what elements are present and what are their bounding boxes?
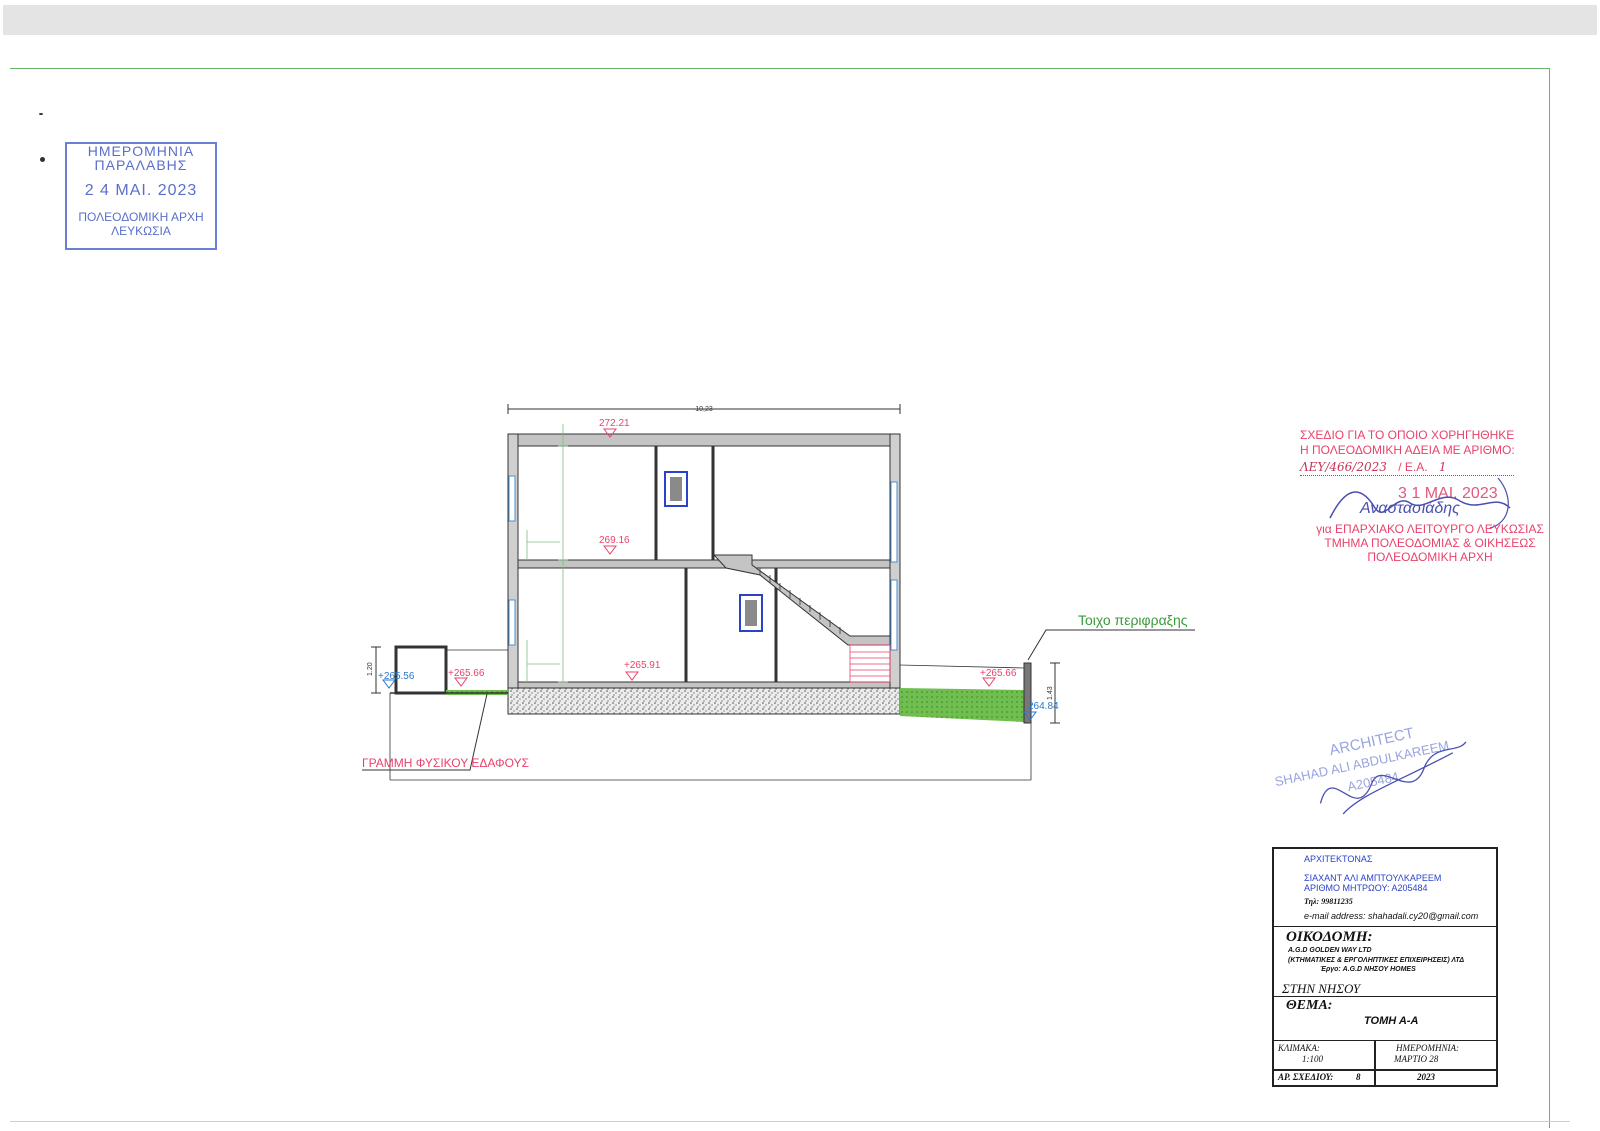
approval-line: ΠΟΛΕΟΔΟΜΙΚΗ ΑΡΧΗ [1367, 550, 1493, 564]
level-right-ground: +265.66 [980, 668, 1017, 679]
window-opening [890, 481, 898, 563]
boundary-wall-label: Τοιχο περιφραξης [1078, 612, 1188, 628]
garden-area [900, 688, 1024, 722]
signature-name: Αναστασιάδης [1359, 500, 1460, 517]
client-name: A.G.D GOLDEN WAY LTD [1288, 947, 1372, 954]
right-height-label: 1.43 [1047, 686, 1054, 700]
level-ground-floor: +265.91 [624, 660, 661, 671]
title-block-architect: ΑΡΧΙΤΕΚΤΟΝΑΣ ΣΙΑΧΑΝΤ ΑΛΙ ΑΜΠΤΟΥΛΚΑΡΕΕΜ Α… [1274, 849, 1496, 927]
architect-email: e-mail address: shahadali.cy20@gmail.com [1304, 911, 1479, 921]
title-block-client: ΟΙΚΟΔΟΜΗ: A.G.D GOLDEN WAY LTD (ΚΤΗΜΑΤΙΚ… [1274, 927, 1496, 997]
approval-stamp: ΣΧΕΔΙΟ ΓΙΑ ΤΟ ΟΠΟΙΟ ΧΟΡΗΓΗΘΗΚΕ Η ΠΟΛΕΟΔΟ… [1300, 428, 1560, 564]
foundation-gravel [507, 687, 901, 715]
window-opening [890, 579, 898, 651]
title-block-subject: ΘΕΜΑ: ΤΟΜΗ Α-Α [1274, 997, 1496, 1041]
ground-slab [507, 681, 901, 689]
roof-slab [507, 433, 901, 447]
architect-phone: Τηλ: 99811235 [1304, 897, 1353, 906]
first-floor-slab [507, 559, 901, 569]
ea-label: / Ε.Α. [1398, 460, 1428, 474]
approval-line: για ΕΠΑΡΧΙΑΚΟ ΛΕΙΤΟΥΡΓΟ ΛΕΥΚΩΣΙΑΣ [1316, 522, 1544, 536]
level-left-low: +265.56 [378, 671, 415, 682]
small-structure [394, 645, 448, 695]
ea-value: 1 [1438, 460, 1447, 474]
natural-ground-label: ΓΡΑΜΜΗ ΦΥΣΙΚΟΥ ΕΔΑΦΟΥΣ [362, 756, 529, 770]
subject-label: ΘΕΜΑ: [1286, 998, 1333, 1013]
level-first-floor: 269.16 [599, 535, 630, 546]
scale-value: 1:100 [1302, 1054, 1323, 1064]
architect-registry: ΑΡΙΘΜΟ ΜΗΤΡΩΟΥ: Α205484 [1304, 883, 1428, 893]
interior-window-glass [670, 477, 682, 501]
scale-label: ΚΛΙΜΑΚΑ: [1278, 1043, 1320, 1053]
drawing-number-label: ΑΡ. ΣΧΕΔΙΟΥ: [1278, 1072, 1334, 1082]
title-block: ΑΡΧΙΤΕΚΤΟΝΑΣ ΣΙΑΧΑΝΤ ΑΛΙ ΑΜΠΤΟΥΛΚΑΡΕΕΜ Α… [1272, 847, 1498, 1087]
title-block-meta: ΚΛΙΜΑΚΑ: 1:100 ΗΜΕΡΟΜΗΝΙΑ: ΜΑΡΤΙΟ 28 ΑΡ.… [1274, 1041, 1496, 1085]
overall-width-label: 10,23 [695, 406, 713, 413]
approval-line: ΤΜΗΜΑ ΠΟΛΕΟΔΟΜΙΑΣ & ΟΙΚΗΣΕΩΣ [1324, 536, 1536, 550]
date-label: ΗΜΕΡΟΜΗΝΙΑ: [1396, 1043, 1459, 1053]
meta-divider [1374, 1041, 1376, 1085]
stair-risers-lower [849, 644, 891, 683]
level-left-ground: +265.66 [448, 668, 485, 679]
drawing-number: 8 [1356, 1072, 1361, 1082]
wall-label-leader [1027, 629, 1195, 661]
window-opening [508, 475, 516, 522]
project-location: ΣΤΗΝ ΝΗΣΟΥ [1282, 981, 1361, 996]
interior-window-glass [745, 600, 757, 626]
approval-line: Η ΠΟΛΕΟΔΟΜΙΚΗ ΑΔΕΙΑ ΜΕ ΑΡΙΘΜΟ: [1300, 443, 1515, 457]
level-roof: 272.21 [599, 418, 630, 429]
left-wall [507, 433, 519, 689]
client-description: (ΚΤΗΜΑΤΙΚΕΣ & ΕΡΓΟΛΗΠΤΙΚΕΣ ΕΠΙΧΕΙΡΗΣΕΙΣ)… [1288, 957, 1465, 964]
level-right-low: 264.84 [1028, 701, 1059, 712]
permit-number: ΛΕΥ/466/2023 [1300, 460, 1387, 474]
date-value: ΜΑΡΤΙΟ 28 [1394, 1054, 1439, 1064]
architect-name: ΣΙΑΧΑΝΤ ΑΛΙ ΑΜΠΤΟΥΛΚΑΡΕΕΜ [1304, 873, 1442, 883]
project-name: Έργο: A.G.D ΝΗΣΟΥ HOMES [1320, 966, 1416, 973]
architect-heading: ΑΡΧΙΤΕΚΤΟΝΑΣ [1304, 854, 1373, 864]
drawing-year: 2023 [1417, 1072, 1435, 1082]
left-height-label: 1.20 [367, 662, 374, 676]
height-dimension-lines [526, 424, 568, 683]
approval-line: ΣΧΕΔΙΟ ΓΙΑ ΤΟ ΟΠΟΙΟ ΧΟΡΗΓΗΘΗΚΕ [1300, 428, 1515, 442]
client-label: ΟΙΚΟΔΟΜΗ: [1286, 929, 1373, 945]
subject-value: ΤΟΜΗ Α-Α [1364, 1015, 1419, 1027]
window-opening [508, 599, 516, 646]
meta-divider [1274, 1069, 1496, 1071]
